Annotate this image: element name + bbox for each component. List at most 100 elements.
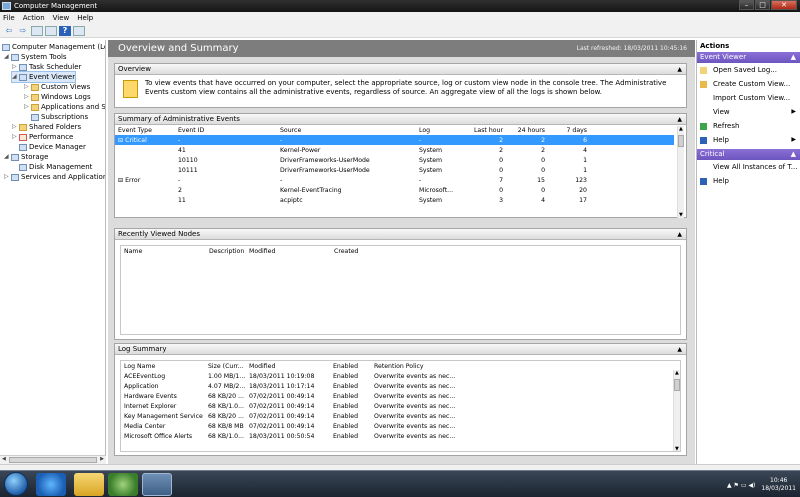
table-row[interactable]: 10111 DriverFrameworks-UserMode System 0 0 1 bbox=[115, 165, 674, 175]
actions-group-critical[interactable]: Critical ▲ bbox=[697, 149, 800, 160]
action-refresh[interactable]: Refresh bbox=[697, 119, 800, 133]
scroll-up-icon[interactable]: ▲ bbox=[679, 126, 683, 132]
vertical-scrollbar[interactable]: ▲ ▼ bbox=[677, 126, 684, 218]
scroll-thumb[interactable] bbox=[678, 135, 684, 147]
tree-item-performance[interactable]: ▷ Performance bbox=[12, 132, 73, 142]
forward-icon[interactable]: ⇨ bbox=[17, 26, 29, 36]
column-header[interactable]: Description bbox=[206, 246, 246, 256]
vertical-scrollbar[interactable]: ▲ ▼ bbox=[673, 370, 680, 451]
expand-icon[interactable]: ◢ bbox=[12, 72, 19, 82]
show-hidden-icons-icon[interactable]: ▲ bbox=[727, 482, 732, 489]
table-row[interactable]: Microsoft Office Alerts 68 KB/1.0... 18/03… bbox=[121, 431, 669, 441]
action-create-custom-view[interactable]: Create Custom View... bbox=[697, 77, 800, 91]
scroll-thumb[interactable] bbox=[674, 379, 680, 391]
tree-item-storage[interactable]: ◢ Storage bbox=[4, 152, 48, 162]
tree-item-subscriptions[interactable]: Subscriptions bbox=[31, 112, 88, 122]
column-header[interactable]: Name bbox=[121, 246, 206, 256]
column-header[interactable]: Log bbox=[416, 125, 466, 135]
scroll-left-icon[interactable]: ◀ bbox=[2, 456, 6, 462]
table-row[interactable]: Internet Explorer 68 KB/1.0... 07/02/2011 … bbox=[121, 401, 669, 411]
tree-item-task-scheduler[interactable]: ▷ Task Scheduler bbox=[12, 62, 81, 72]
show-action-pane-icon[interactable] bbox=[73, 25, 85, 36]
column-header[interactable]: 24 hours bbox=[506, 125, 548, 135]
column-header[interactable]: Size (Curr... bbox=[205, 361, 246, 371]
collapse-icon[interactable]: ▲ bbox=[677, 229, 682, 240]
table-row[interactable]: Media Center 68 KB/8 MB 07/02/2011 00:49:1… bbox=[121, 421, 669, 431]
tree-item-root[interactable]: Computer Management (Local bbox=[2, 42, 105, 52]
expand-icon[interactable]: ▷ bbox=[24, 102, 31, 112]
actions-group-event-viewer[interactable]: Event Viewer ▲ bbox=[697, 52, 800, 63]
column-header[interactable]: Enabled bbox=[330, 361, 371, 371]
network-tray-icon[interactable]: ▭ bbox=[741, 482, 747, 489]
scroll-right-icon[interactable]: ▶ bbox=[100, 456, 104, 462]
scroll-down-icon[interactable]: ▼ bbox=[679, 212, 683, 218]
expand-icon[interactable]: ◢ bbox=[4, 152, 11, 162]
action-open-saved-log[interactable]: Open Saved Log... bbox=[697, 63, 800, 77]
tree-item-custom-views[interactable]: ▷ Custom Views bbox=[24, 82, 90, 92]
collapse-icon[interactable]: ▲ bbox=[677, 344, 682, 355]
scroll-up-icon[interactable]: ▲ bbox=[675, 370, 679, 376]
tree-item-windows-logs[interactable]: ▷ Windows Logs bbox=[24, 92, 91, 102]
tree-item-event-viewer[interactable]: ◢ Event Viewer bbox=[10, 71, 77, 83]
table-row[interactable]: ⊟ Error - - - 7 15 123 bbox=[115, 175, 674, 185]
column-header[interactable]: Source bbox=[277, 125, 416, 135]
table-row[interactable]: ACEEventLog 1.00 MB/1... 18/03/2011 10:19:… bbox=[121, 371, 669, 381]
action-import-custom-view[interactable]: Import Custom View... bbox=[697, 91, 800, 105]
start-button[interactable] bbox=[4, 472, 28, 496]
tree-item-applications-services[interactable]: ▷ Applications and Se bbox=[24, 102, 105, 112]
tree-item-device-manager[interactable]: Device Manager bbox=[19, 142, 86, 152]
column-header[interactable]: Created bbox=[331, 246, 391, 256]
column-header[interactable]: Event Type bbox=[115, 125, 175, 135]
volume-icon[interactable]: ◀) bbox=[748, 482, 755, 489]
menu-help[interactable]: Help bbox=[77, 14, 93, 22]
expand-icon[interactable]: ▷ bbox=[12, 62, 19, 72]
collapse-icon[interactable]: ▲ bbox=[791, 52, 796, 63]
table-row[interactable]: 10110 DriverFrameworks-UserMode System 0 0 1 bbox=[115, 155, 674, 165]
tree-item-services-apps[interactable]: ▷ Services and Applications bbox=[4, 172, 105, 182]
back-icon[interactable]: ⇦ bbox=[3, 26, 15, 36]
section-header[interactable]: Summary of Administrative Events ▲ bbox=[115, 114, 686, 125]
action-view[interactable]: View ▶ bbox=[697, 105, 800, 119]
collapse-icon[interactable]: ▲ bbox=[677, 114, 682, 125]
tree-item-shared-folders[interactable]: ▷ Shared Folders bbox=[12, 122, 81, 132]
section-header[interactable]: Recently Viewed Nodes ▲ bbox=[115, 229, 686, 240]
column-header[interactable]: Modified bbox=[246, 361, 330, 371]
scroll-thumb[interactable] bbox=[9, 457, 97, 463]
menu-file[interactable]: File bbox=[3, 14, 15, 22]
table-row[interactable]: Key Management Service 68 KB/20 ... 07/02/… bbox=[121, 411, 669, 421]
help-icon[interactable]: ? bbox=[59, 25, 71, 36]
table-row[interactable]: ⊟ Critical - - -2 2 6 bbox=[115, 135, 674, 145]
explorer-folder-icon[interactable] bbox=[74, 473, 104, 496]
close-button[interactable]: ✕ bbox=[771, 0, 797, 10]
expand-icon[interactable]: ◢ bbox=[4, 52, 11, 62]
expand-icon[interactable]: ▷ bbox=[12, 122, 19, 132]
computer-management-taskbar-icon[interactable] bbox=[142, 473, 172, 496]
flag-icon[interactable]: ⚑ bbox=[734, 482, 739, 489]
internet-explorer-icon[interactable] bbox=[36, 473, 66, 496]
clock[interactable]: 10:46 18/03/2011 bbox=[761, 477, 796, 493]
collapse-icon[interactable]: ▲ bbox=[677, 64, 682, 75]
table-row[interactable]: 11 acpiptc System 3 4 17 bbox=[115, 195, 674, 205]
expand-icon[interactable]: ▷ bbox=[24, 82, 31, 92]
menu-view[interactable]: View bbox=[53, 14, 70, 22]
scroll-down-icon[interactable]: ▼ bbox=[675, 446, 679, 451]
action-view-all-instances[interactable]: View All Instances of T... bbox=[697, 160, 800, 174]
column-header[interactable]: Last hour bbox=[466, 125, 506, 135]
tree-item-disk-management[interactable]: Disk Management bbox=[19, 162, 92, 172]
collapse-icon[interactable]: ▲ bbox=[791, 149, 796, 160]
tree-item-system-tools[interactable]: ◢ System Tools bbox=[4, 52, 67, 62]
action-help[interactable]: Help ▶ bbox=[697, 133, 800, 147]
expand-icon[interactable]: ▷ bbox=[24, 92, 31, 102]
expand-icon[interactable]: ▷ bbox=[4, 172, 11, 182]
column-header[interactable]: Log Name bbox=[121, 361, 205, 371]
menu-action[interactable]: Action bbox=[23, 14, 45, 22]
up-folder-icon[interactable] bbox=[31, 25, 43, 36]
table-row[interactable]: Hardware Events 68 KB/20 ... 07/02/2011 00… bbox=[121, 391, 669, 401]
expand-icon[interactable]: ▷ bbox=[12, 132, 19, 142]
minimize-button[interactable]: – bbox=[739, 0, 754, 10]
column-header[interactable]: Event ID bbox=[175, 125, 277, 135]
column-header[interactable]: Retention Policy bbox=[371, 361, 481, 371]
show-hide-tree-icon[interactable] bbox=[45, 25, 57, 36]
table-row[interactable]: 2 Kernel-EventTracing Microsoft... 0 0 20 bbox=[115, 185, 674, 195]
section-header[interactable]: Overview ▲ bbox=[115, 64, 686, 75]
